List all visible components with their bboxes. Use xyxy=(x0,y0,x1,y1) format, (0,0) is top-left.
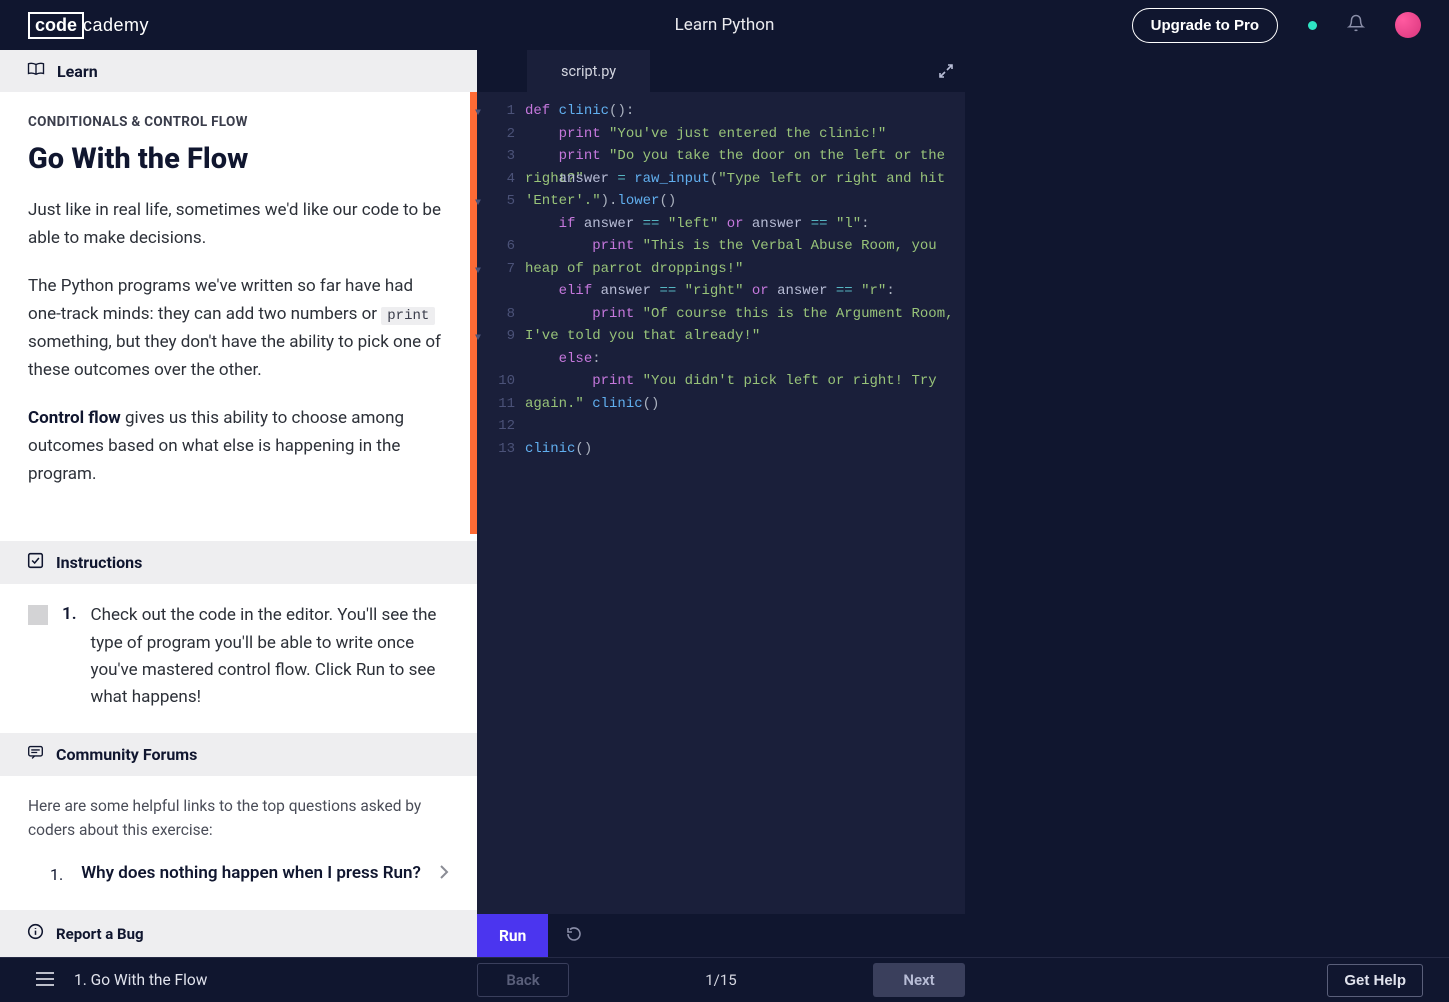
gutter: ▼1 2 3 4 ▼5 6 ▼7 8 ▼9 10 11 12 13 xyxy=(477,100,525,914)
lesson-paragraph: The Python programs we've written so far… xyxy=(28,272,449,384)
bottom-bar: 1. Go With the Flow Back 1/15 Next Get H… xyxy=(0,957,1449,1002)
lesson-panel: Learn CONDITIONALS & CONTROL FLOW Go Wit… xyxy=(0,50,477,957)
scrollbar[interactable] xyxy=(470,92,477,534)
forums-label: Community Forums xyxy=(56,745,197,764)
info-icon xyxy=(27,923,44,944)
main-content: Learn CONDITIONALS & CONTROL FLOW Go Wit… xyxy=(0,50,1449,957)
editor-filename: script.py xyxy=(561,63,616,80)
notification-dot-icon[interactable] xyxy=(1308,21,1317,30)
breadcrumb: CONDITIONALS & CONTROL FLOW xyxy=(28,114,449,130)
bell-icon[interactable] xyxy=(1347,13,1365,37)
book-icon xyxy=(27,61,45,81)
forum-link[interactable]: 1. Why does nothing happen when I press … xyxy=(28,856,449,892)
chevron-right-icon xyxy=(439,864,449,884)
instructions-header: Instructions xyxy=(0,541,477,584)
forum-block: Here are some helpful links to the top q… xyxy=(0,776,477,910)
lesson-paragraph: Control flow gives us this ability to ch… xyxy=(28,404,449,488)
instruction-checkbox[interactable] xyxy=(28,605,48,625)
forum-item-number: 1. xyxy=(50,865,63,884)
lesson-title: Go With the Flow xyxy=(28,142,449,176)
forums-header: Community Forums xyxy=(0,733,477,776)
terminal-panel[interactable] xyxy=(965,50,1449,957)
forums-intro: Here are some helpful links to the top q… xyxy=(28,794,449,842)
instruction-number: 1. xyxy=(62,604,77,624)
run-bar: Run xyxy=(477,914,965,957)
instruction-block: 1. Check out the code in the editor. You… xyxy=(0,584,477,733)
learn-tab[interactable]: Learn xyxy=(0,50,477,92)
next-button[interactable]: Next xyxy=(873,963,965,997)
expand-icon[interactable] xyxy=(939,50,953,92)
upgrade-button[interactable]: Upgrade to Pro xyxy=(1132,8,1278,43)
avatar[interactable] xyxy=(1395,12,1421,38)
instructions-label: Instructions xyxy=(56,553,142,572)
code-content[interactable]: def clinic(): print "You've just entered… xyxy=(525,100,965,914)
learn-label: Learn xyxy=(57,62,98,81)
lesson-body: CONDITIONALS & CONTROL FLOW Go With the … xyxy=(0,92,477,541)
code-editor[interactable]: ▼1 2 3 4 ▼5 6 ▼7 8 ▼9 10 11 12 13 def cl… xyxy=(477,92,965,914)
logo[interactable]: codecademy xyxy=(28,12,149,39)
run-button[interactable]: Run xyxy=(477,914,548,957)
code-chip: print xyxy=(381,307,435,325)
checkbox-icon xyxy=(27,552,44,573)
get-help-button[interactable]: Get Help xyxy=(1327,964,1423,997)
chat-icon xyxy=(27,744,44,765)
code-editor-panel: script.py ▼1 2 3 4 ▼5 6 ▼7 8 ▼9 10 11 12… xyxy=(477,50,965,957)
forum-item-text: Why does nothing happen when I press Run… xyxy=(81,862,421,886)
lesson-paragraph: Just like in real life, sometimes we'd l… xyxy=(28,196,449,252)
top-navbar: codecademy Learn Python Upgrade to Pro xyxy=(0,0,1449,50)
progress-indicator: 1/15 xyxy=(705,971,736,989)
back-button[interactable]: Back xyxy=(477,963,569,997)
course-title: Learn Python xyxy=(675,15,775,35)
instruction-text: Check out the code in the editor. You'll… xyxy=(91,602,449,711)
editor-tabbar: script.py xyxy=(477,50,965,92)
report-bug-button[interactable]: Report a Bug xyxy=(0,910,477,957)
editor-tab[interactable]: script.py xyxy=(527,50,650,92)
lesson-indicator: 1. Go With the Flow xyxy=(74,971,207,989)
reset-icon[interactable] xyxy=(566,926,582,946)
report-bug-label: Report a Bug xyxy=(56,925,144,943)
menu-icon[interactable] xyxy=(36,971,54,990)
